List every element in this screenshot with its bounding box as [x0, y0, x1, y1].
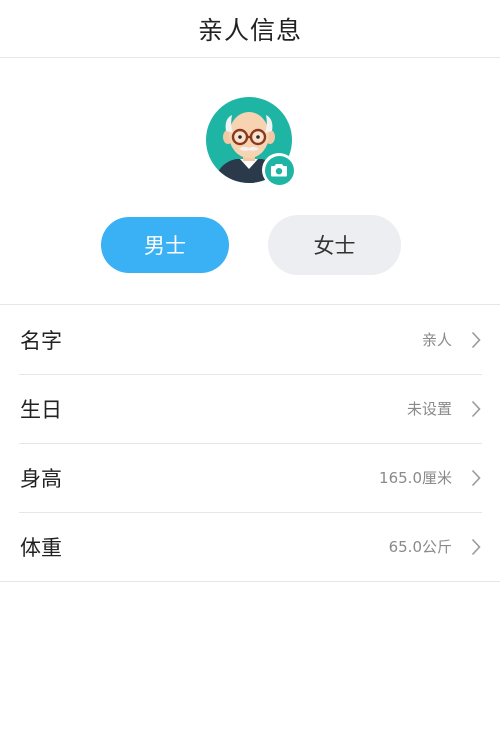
height-value: 165.0厘米: [379, 469, 452, 487]
page-title: 亲人信息: [197, 15, 302, 45]
camera-badge[interactable]: [262, 153, 296, 187]
weight-value: 65.0公斤: [388, 538, 452, 556]
name-label: 名字: [20, 328, 62, 353]
birthday-label: 生日: [20, 397, 62, 422]
birthday-value: 未设置: [406, 400, 452, 418]
weight-label: 体重: [20, 535, 62, 560]
name-value: 亲人: [421, 331, 452, 349]
chevron-right-icon: [469, 537, 483, 557]
gender-female-button[interactable]: 女士: [268, 215, 401, 275]
height-label: 身高: [20, 466, 62, 491]
info-list: 名字 亲人 生日 未设置 身高 165.0厘米 体重 65.0公斤: [0, 304, 500, 582]
camera-badge-circle: [264, 155, 294, 185]
chevron-right-icon: [469, 468, 483, 488]
list-item-birthday[interactable]: 生日 未设置: [0, 374, 500, 443]
relative-info-screen: 亲人信息 男士 女士 名字 亲人 生日 未设置 身高 165.0厘米 体重 65…: [0, 0, 500, 730]
header-bar: 亲人信息: [0, 0, 500, 58]
list-item-height[interactable]: 身高 165.0厘米: [0, 443, 500, 512]
chevron-right-icon: [469, 399, 483, 419]
camera-icon: [271, 164, 287, 177]
list-item-weight[interactable]: 体重 65.0公斤: [0, 512, 500, 581]
avatar-upload[interactable]: [206, 97, 298, 189]
gender-male-button[interactable]: 男士: [101, 217, 229, 273]
chevron-right-icon: [469, 330, 483, 350]
list-item-name[interactable]: 名字 亲人: [0, 305, 500, 374]
